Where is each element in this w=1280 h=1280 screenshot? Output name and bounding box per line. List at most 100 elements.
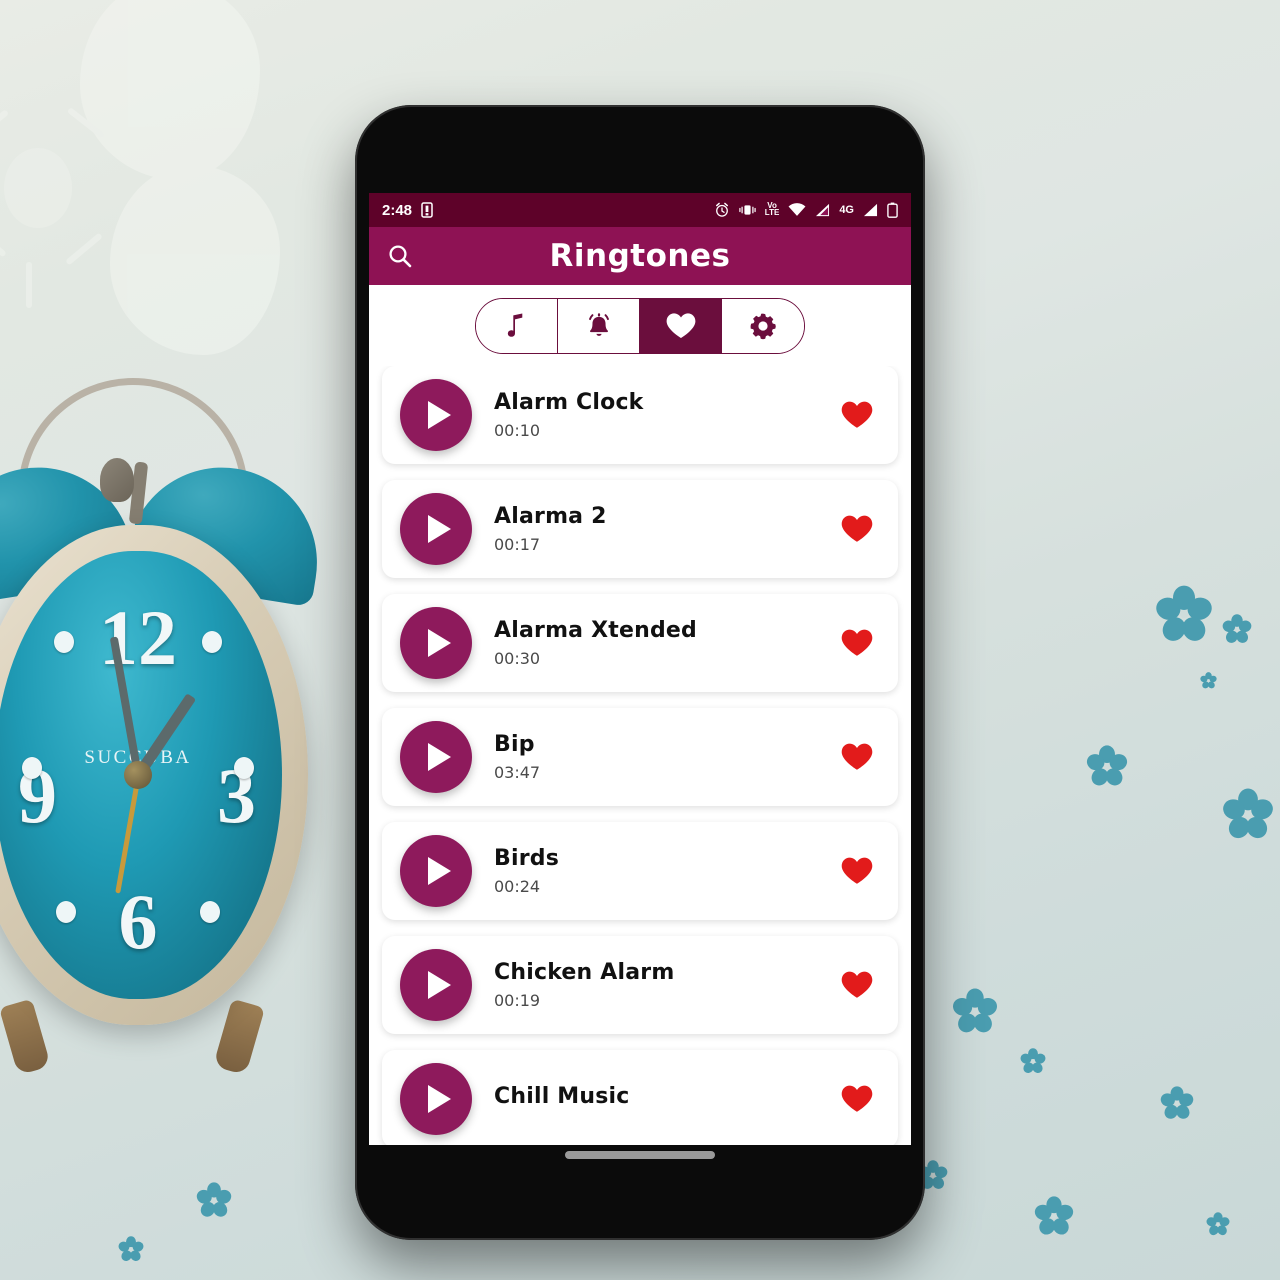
play-icon [428, 743, 451, 771]
wifi-icon [788, 203, 806, 216]
decorative-flower [1020, 1048, 1046, 1074]
play-button[interactable] [400, 721, 472, 793]
play-button[interactable] [400, 835, 472, 907]
ringtone-duration: 00:30 [494, 648, 541, 668]
decorative-flower [1223, 788, 1273, 839]
decorative-flower [1086, 745, 1128, 786]
music-note-icon [507, 313, 522, 337]
ringtone-duration: 03:47 [494, 762, 541, 782]
play-button[interactable] [400, 1063, 472, 1135]
ringtone-title: Chicken Alarm [494, 960, 675, 986]
favorite-button[interactable] [840, 742, 898, 772]
tab-bar [475, 298, 805, 354]
ringtone-list-item[interactable]: Birds 00:24 [382, 822, 898, 920]
favorite-button[interactable] [840, 514, 898, 544]
decorative-flower [953, 988, 997, 1033]
decorative-flower [1206, 1212, 1230, 1236]
alarm-clock-photo: 12 3 6 9 SUCCUBA [0, 370, 360, 1110]
decorative-flower [1222, 614, 1252, 643]
signal-bars-2-icon [863, 203, 878, 217]
status-bar-left: 2:48 [382, 202, 433, 219]
favorite-button[interactable] [840, 400, 898, 430]
play-icon [428, 515, 451, 543]
favorite-button[interactable] [840, 856, 898, 886]
ringtone-title: Alarm Clock [494, 390, 644, 416]
heart-filled-icon [841, 515, 873, 542]
ringtone-list-item[interactable]: Alarm Clock 00:10 [382, 366, 898, 464]
clock-foot-right [213, 998, 265, 1076]
play-icon [428, 971, 451, 999]
ringtone-duration: 00:17 [494, 534, 541, 554]
ringtone-title: Chill Music [494, 1083, 630, 1109]
heart-filled-icon [841, 401, 873, 428]
ringtone-list-item[interactable]: Chill Music [382, 1050, 898, 1145]
play-icon [428, 1085, 451, 1113]
tab-favorites[interactable] [640, 299, 722, 353]
status-time: 2:48 [382, 201, 413, 219]
ringtone-title: Alarma 2 [494, 504, 607, 530]
decorative-flower [118, 1236, 144, 1262]
decorative-flower [1200, 672, 1217, 689]
ringtone-list-item[interactable]: Chicken Alarm 00:19 [382, 936, 898, 1034]
phone-device: 2:48 Vo LTE 4G Ringtones Alarm Clock 00:… [355, 105, 925, 1240]
tab-ringing[interactable] [558, 299, 640, 353]
decorative-flower [1034, 1196, 1074, 1235]
ringtone-title: Birds [494, 846, 560, 872]
ringtone-list-item[interactable]: Bip 03:47 [382, 708, 898, 806]
app-bar: Ringtones [369, 227, 911, 285]
heart-filled-icon [841, 629, 873, 656]
ringtone-title: Bip [494, 732, 535, 758]
play-icon [428, 857, 451, 885]
navigation-pill[interactable] [565, 1151, 715, 1159]
play-button[interactable] [400, 607, 472, 679]
ringtone-list-item[interactable]: Alarma Xtended 00:30 [382, 594, 898, 692]
ringtone-duration: 00:10 [494, 420, 541, 440]
ringtone-info: Chicken Alarm 00:19 [472, 960, 840, 1009]
clock-second-hand [114, 774, 141, 894]
alarm-icon [715, 202, 728, 217]
ringtone-duration: 00:24 [494, 876, 541, 896]
play-button[interactable] [400, 493, 472, 565]
page-title: Ringtones [549, 238, 731, 274]
clock-case: 12 3 6 9 SUCCUBA [0, 525, 308, 1025]
ringtone-list-item[interactable]: Alarma 2 00:17 [382, 480, 898, 578]
ringtone-duration: 00:19 [494, 990, 541, 1010]
decorative-flower [196, 1182, 232, 1217]
play-button[interactable] [400, 949, 472, 1021]
play-button[interactable] [400, 379, 472, 451]
ringtone-info: Bip 03:47 [472, 732, 840, 781]
vibrate-icon [739, 205, 756, 215]
4g-icon: 4G [839, 204, 854, 216]
clock-knob [100, 458, 134, 502]
ringtone-info: Alarma Xtended 00:30 [472, 618, 840, 667]
tab-settings[interactable] [722, 299, 804, 353]
favorite-button[interactable] [840, 970, 898, 1000]
tab-bar-container [369, 285, 911, 366]
heart-icon [666, 313, 695, 338]
ringtone-info: Alarma 2 00:17 [472, 504, 840, 553]
play-icon [428, 401, 451, 429]
heart-filled-icon [841, 743, 873, 770]
battery-icon [887, 202, 898, 218]
bell-ringing-icon [588, 313, 609, 336]
volte-icon: Vo LTE [764, 201, 780, 217]
play-icon [428, 629, 451, 657]
signal-bars-icon [816, 203, 830, 217]
ringtone-info: Alarm Clock 00:10 [472, 390, 840, 439]
tab-music[interactable] [476, 299, 558, 353]
status-bar: 2:48 Vo LTE 4G [369, 193, 911, 227]
ringtone-info: Birds 00:24 [472, 846, 840, 895]
heart-filled-icon [841, 1085, 873, 1112]
status-bar-right: Vo LTE 4G [714, 202, 898, 218]
favorite-button[interactable] [840, 1084, 898, 1114]
clock-numeral-6: 6 [118, 878, 158, 965]
favorite-button[interactable] [840, 628, 898, 658]
ringtone-title: Alarma Xtended [494, 618, 697, 644]
ringtone-list[interactable]: Alarm Clock 00:10 Alarma 2 00:17 Alarma Xten… [369, 366, 911, 1145]
heart-filled-icon [841, 971, 873, 998]
sim-card-icon [421, 202, 433, 218]
gear-icon [750, 313, 776, 340]
decorative-flower [1156, 585, 1212, 641]
scene-background: 12 3 6 9 SUCCUBA [0, 0, 1280, 1280]
search-icon[interactable] [387, 243, 413, 269]
